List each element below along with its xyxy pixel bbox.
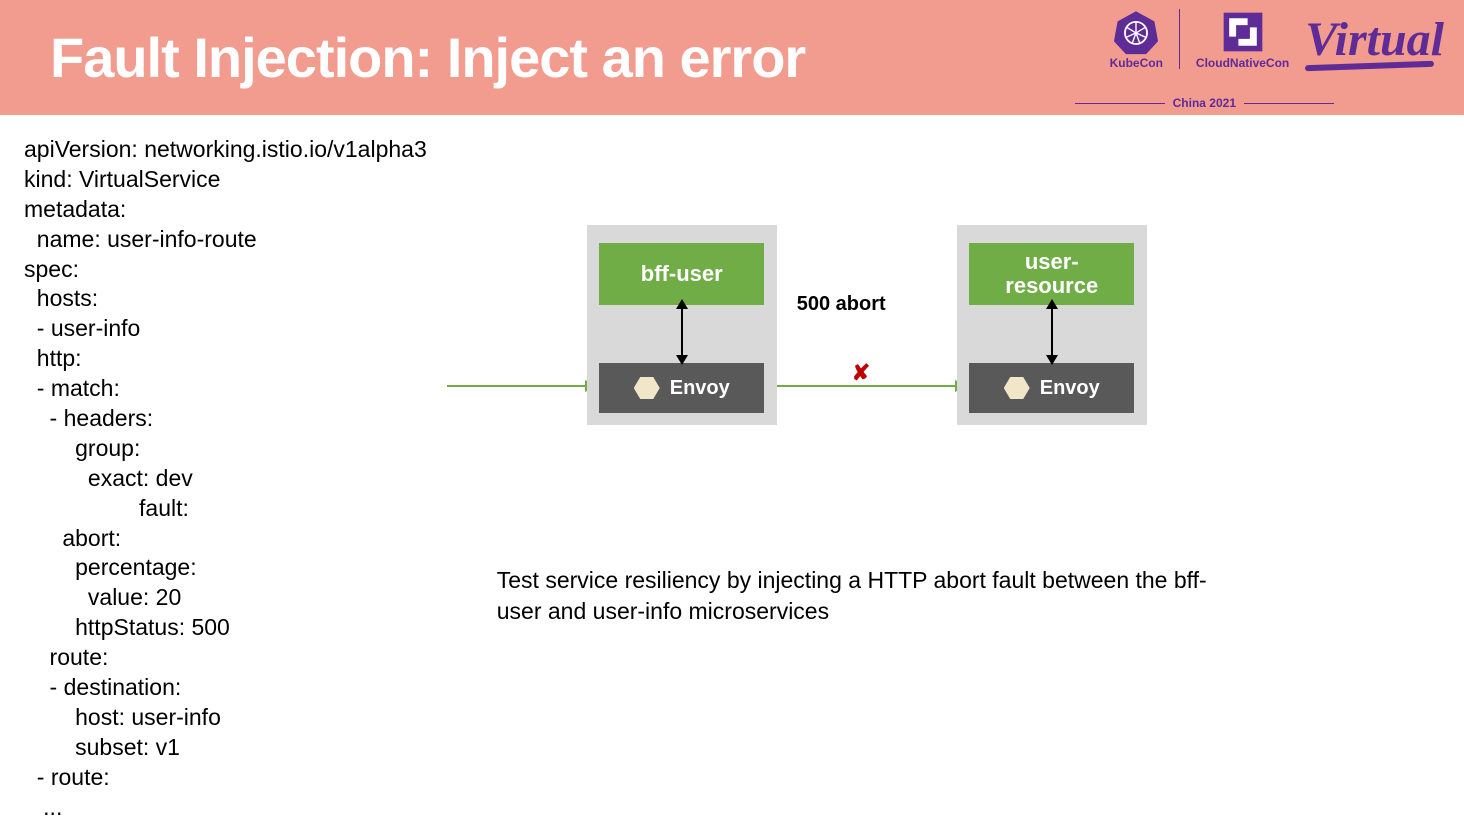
cloudnativecon-icon bbox=[1219, 8, 1267, 56]
divider-line-right bbox=[1244, 103, 1334, 104]
kubecon-logo-block: KubeCon bbox=[1110, 8, 1163, 70]
abort-label: 500 abort bbox=[797, 293, 886, 316]
header-logos: KubeCon CloudNativeCon Virtual bbox=[1110, 8, 1444, 70]
envoy-hexagon-icon bbox=[1004, 377, 1030, 399]
cloudnativecon-label: CloudNativeCon bbox=[1196, 56, 1289, 70]
kubecon-icon bbox=[1112, 8, 1160, 56]
envoy-label-left: Envoy bbox=[670, 377, 730, 400]
logo-divider bbox=[1179, 9, 1180, 69]
divider-line-left bbox=[1075, 103, 1165, 104]
envoy-box-right: Envoy bbox=[969, 363, 1134, 413]
yaml-code-block: apiVersion: networking.istio.io/v1alpha3… bbox=[24, 135, 427, 822]
envoy-box-left: Envoy bbox=[599, 363, 764, 413]
slide-description: Test service resiliency by injecting a H… bbox=[497, 565, 1217, 627]
virtual-label: Virtual bbox=[1305, 13, 1444, 66]
envoy-label-right: Envoy bbox=[1040, 377, 1100, 400]
red-x-icon: ✘ bbox=[852, 360, 870, 386]
kubecon-label: KubeCon bbox=[1110, 56, 1163, 70]
envoy-hexagon-icon bbox=[634, 377, 660, 399]
china-label: China 2021 bbox=[1173, 96, 1236, 110]
user-resource-service-box: user- resource bbox=[969, 243, 1134, 305]
slide-content: apiVersion: networking.istio.io/v1alpha3… bbox=[0, 115, 1464, 822]
china-2021-line: China 2021 bbox=[1075, 96, 1334, 110]
arrow-between-pods bbox=[777, 385, 957, 387]
pod-bff-user: bff-user Envoy bbox=[587, 225, 777, 425]
arrow-inbound bbox=[447, 385, 587, 387]
slide-header: Fault Injection: Inject an error bbox=[0, 0, 1464, 115]
vertical-arrow-right bbox=[1051, 307, 1053, 357]
virtual-logo: Virtual bbox=[1305, 12, 1444, 67]
vertical-arrow-left bbox=[681, 307, 683, 357]
diagram-column: bff-user Envoy 500 abort ✘ user- resourc… bbox=[467, 135, 1464, 822]
pod-user-resource: user- resource Envoy bbox=[957, 225, 1147, 425]
slide-title: Fault Injection: Inject an error bbox=[50, 25, 805, 90]
bff-user-service-box: bff-user bbox=[599, 243, 764, 305]
cloudnativecon-logo-block: CloudNativeCon bbox=[1196, 8, 1289, 70]
architecture-diagram: bff-user Envoy 500 abort ✘ user- resourc… bbox=[497, 225, 1464, 445]
